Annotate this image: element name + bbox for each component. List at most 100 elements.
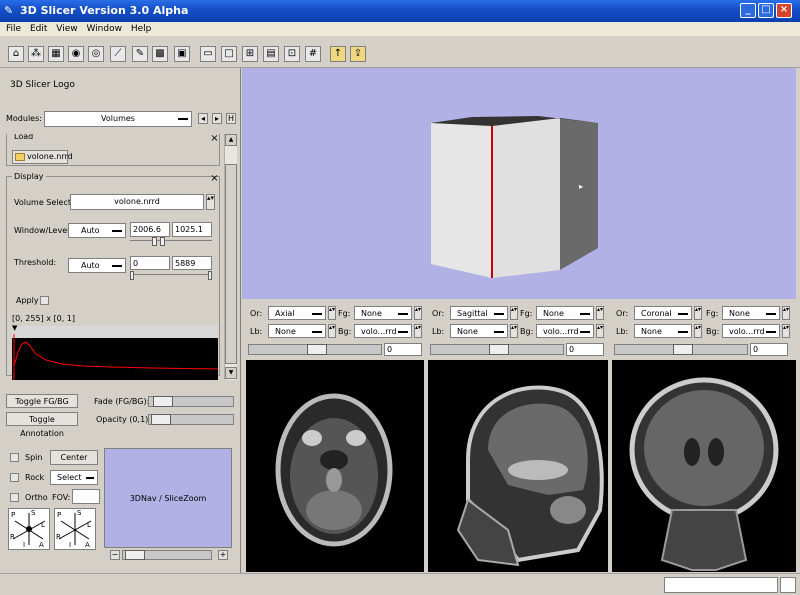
module-prev-icon[interactable]: ◂ [198, 113, 208, 124]
module-history-icon[interactable]: H [226, 113, 236, 124]
volume-select-spinner-icon[interactable]: ▴▾ [206, 194, 215, 210]
label-select[interactable]: None [268, 324, 326, 338]
zoom-out-button[interactable]: − [110, 550, 120, 560]
slice-offset-value[interactable]: 0 [384, 343, 422, 356]
label-spinner-icon[interactable]: ▴▾ [510, 324, 518, 338]
background-spinner-icon[interactable]: ▴▾ [782, 324, 790, 338]
orientation-widget-right[interactable]: P SL RI A [54, 508, 96, 550]
threshold-slider[interactable] [130, 274, 212, 278]
zoom-slider[interactable] [122, 550, 212, 560]
editor-icon[interactable]: ✎ [132, 46, 148, 62]
slice-offset-knob[interactable] [673, 344, 693, 355]
threshold-min[interactable]: 0 [130, 256, 170, 270]
foreground-select[interactable]: None [536, 306, 594, 320]
menu-edit[interactable]: Edit [30, 22, 47, 36]
histogram-marker-icon[interactable]: ▼ [12, 324, 17, 332]
window-handle[interactable] [152, 237, 157, 246]
scroll-thumb[interactable] [225, 164, 237, 364]
background-spinner-icon[interactable]: ▴▾ [596, 324, 604, 338]
toggle-fgbg-button[interactable]: Toggle FG/BG [6, 394, 78, 408]
label-spinner-icon[interactable]: ▴▾ [328, 324, 336, 338]
orientation-spinner-icon[interactable]: ▴▾ [510, 306, 518, 320]
foreground-spinner-icon[interactable]: ▴▾ [596, 306, 604, 320]
load-volume-button[interactable]: volone.nrrd [12, 150, 73, 164]
data-icon[interactable]: ⁂ [28, 46, 44, 62]
slice-offset-value[interactable]: 0 [750, 343, 788, 356]
threshold-mode[interactable]: Auto [68, 258, 126, 273]
slice-offset-knob[interactable] [489, 344, 509, 355]
zoom-slider-knob[interactable] [125, 550, 145, 560]
toggle-annotation-button[interactable]: Toggle Annotation [6, 412, 78, 438]
slice-offset-slider[interactable] [614, 344, 748, 355]
layout-compare-icon[interactable]: ⊡ [284, 46, 300, 62]
modules-select[interactable]: Volumes [44, 111, 192, 127]
label-select[interactable]: None [634, 324, 692, 338]
display-frame-close-icon[interactable]: × [210, 174, 219, 184]
orientation-select[interactable]: Axial [268, 306, 326, 320]
scroll-up-icon[interactable]: ▲ [225, 134, 237, 146]
menu-window[interactable]: Window [86, 22, 122, 36]
select-dropdown[interactable]: Select [50, 470, 98, 485]
axial-slice-view[interactable] [246, 360, 424, 572]
center-button[interactable]: Center [50, 450, 98, 465]
opacity-slider-knob[interactable] [151, 414, 171, 425]
coronal-slice-view[interactable] [612, 360, 796, 572]
threshold-max[interactable]: 5889 [172, 256, 212, 270]
label-spinner-icon[interactable]: ▴▾ [694, 324, 702, 338]
sagittal-slice-view[interactable] [428, 360, 608, 572]
foreground-spinner-icon[interactable]: ▴▾ [414, 306, 422, 320]
window-level-mode[interactable]: Auto [68, 223, 126, 238]
background-select[interactable]: volo...rrd [354, 324, 412, 338]
module-next-icon[interactable]: ▸ [212, 113, 222, 124]
fov-input[interactable] [72, 489, 100, 504]
fade-slider[interactable] [148, 396, 234, 407]
menu-file[interactable]: File [6, 22, 21, 36]
level-handle[interactable] [160, 237, 165, 246]
layout-conventional-icon[interactable]: ▭ [200, 46, 216, 62]
transforms-icon[interactable]: ⟋ [110, 46, 126, 62]
orientation-widget-left[interactable]: P SL RI A [8, 508, 50, 550]
layout-grid-icon[interactable]: # [305, 46, 321, 62]
apply-checkbox[interactable] [40, 296, 49, 305]
slice-offset-slider[interactable] [430, 344, 564, 355]
fiducials-icon[interactable]: ◎ [88, 46, 104, 62]
measure-icon[interactable]: ▣ [174, 46, 190, 62]
spin-checkbox[interactable] [10, 453, 19, 462]
module-scrollbar[interactable]: ▲ ▼ [224, 134, 237, 380]
save-icon[interactable]: ↑ [330, 46, 346, 62]
label-select[interactable]: None [450, 324, 508, 338]
layout-fourup-icon[interactable]: ⊞ [242, 46, 258, 62]
orientation-select[interactable]: Coronal [634, 306, 692, 320]
orientation-select[interactable]: Sagittal [450, 306, 508, 320]
models-icon[interactable]: ◉ [68, 46, 84, 62]
home-icon[interactable]: ⌂ [8, 46, 24, 62]
volumes-icon[interactable]: ▦ [48, 46, 64, 62]
3d-view[interactable]: ▸ [242, 68, 796, 299]
close-button[interactable]: × [776, 3, 792, 18]
background-select[interactable]: volo...rrd [536, 324, 594, 338]
fade-slider-knob[interactable] [153, 396, 173, 407]
volume-select[interactable]: volone.nrrd [70, 194, 204, 210]
load-frame-close-icon[interactable]: × [210, 134, 219, 144]
background-spinner-icon[interactable]: ▴▾ [414, 324, 422, 338]
load-icon[interactable]: ⇪ [350, 46, 366, 62]
minimize-button[interactable]: _ [740, 3, 756, 18]
level-value[interactable]: 1025.1 [172, 222, 212, 237]
slice-offset-knob[interactable] [307, 344, 327, 355]
foreground-select[interactable]: None [354, 306, 412, 320]
slice-offset-value[interactable]: 0 [566, 343, 604, 356]
zoom-in-button[interactable]: + [218, 550, 228, 560]
menu-help[interactable]: Help [131, 22, 152, 36]
threshold-max-handle[interactable] [208, 271, 212, 280]
scroll-down-icon[interactable]: ▼ [225, 367, 237, 379]
orientation-spinner-icon[interactable]: ▴▾ [694, 306, 702, 320]
background-select[interactable]: volo...rrd [722, 324, 780, 338]
rock-checkbox[interactable] [10, 473, 19, 482]
menu-view[interactable]: View [56, 22, 77, 36]
foreground-select[interactable]: None [722, 306, 780, 320]
layout-single-icon[interactable]: ▤ [263, 46, 279, 62]
slice-offset-slider[interactable] [248, 344, 382, 355]
foreground-spinner-icon[interactable]: ▴▾ [782, 306, 790, 320]
opacity-slider[interactable] [148, 414, 234, 425]
threshold-min-handle[interactable] [130, 271, 134, 280]
